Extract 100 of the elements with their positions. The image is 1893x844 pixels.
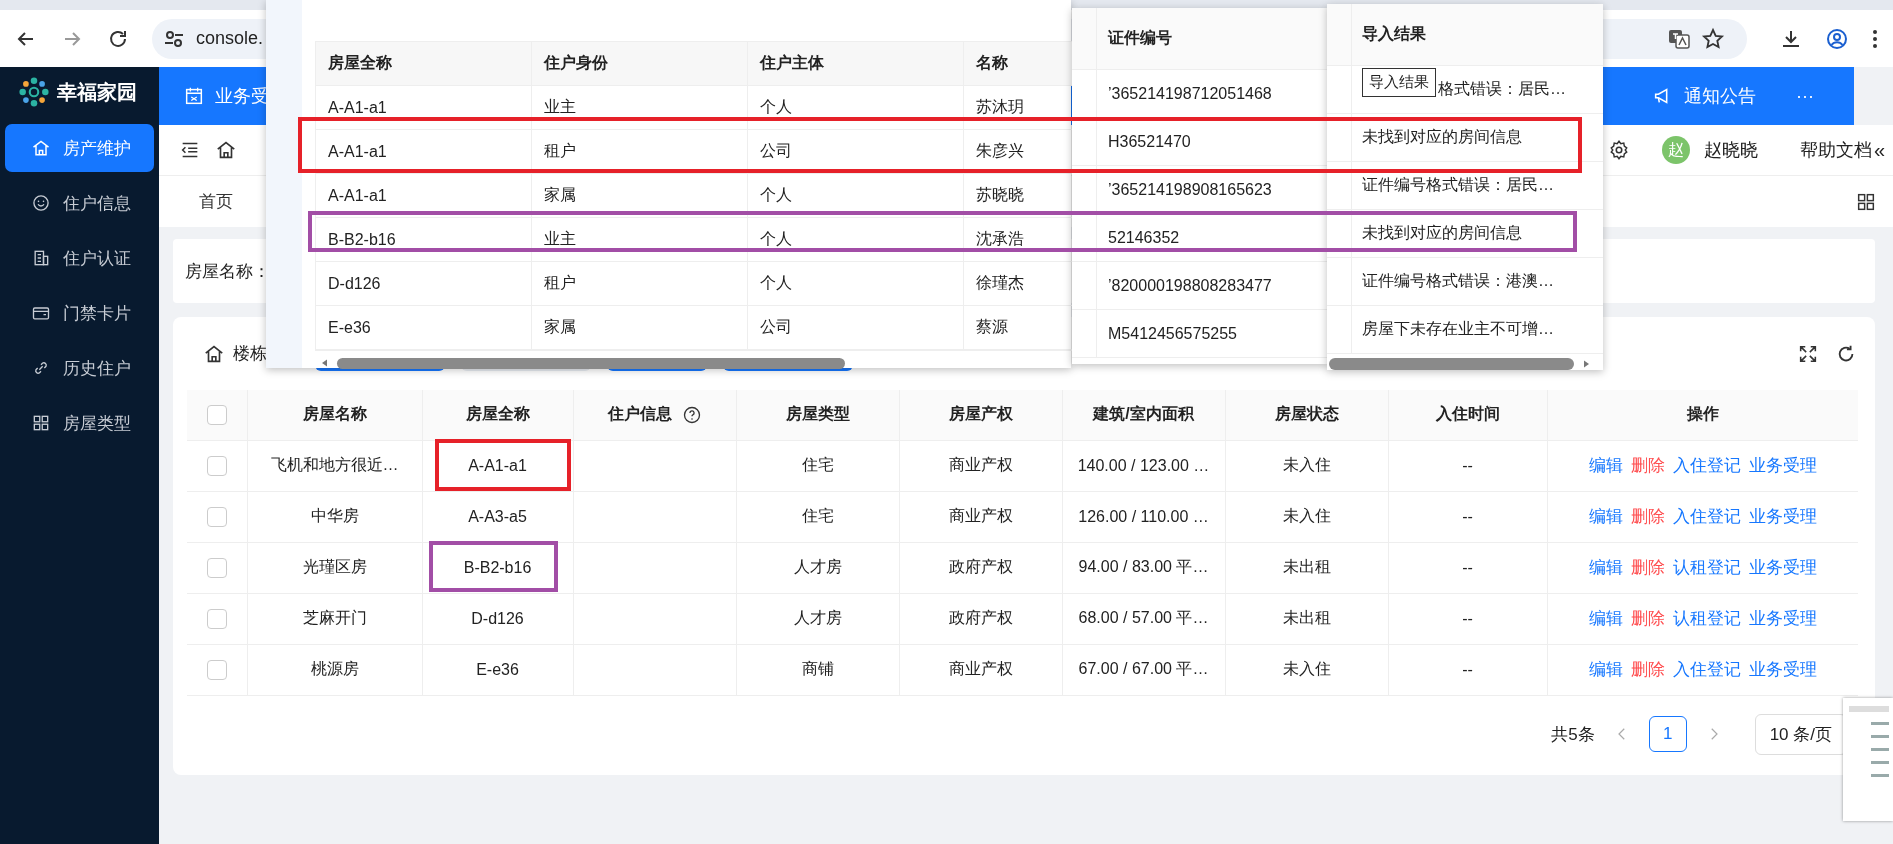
home-icon[interactable]	[215, 139, 237, 161]
action-link[interactable]: 编辑	[1588, 456, 1623, 475]
table-cell: 芝麻开门	[302, 609, 367, 626]
user-avatar: 赵	[1661, 136, 1690, 164]
tooltip: 导入结果	[1362, 68, 1436, 97]
table-cell: 人才房	[793, 558, 842, 575]
action-link[interactable]: 入住登记	[1672, 507, 1741, 526]
table-cell: A-A3-a5	[468, 507, 527, 525]
table-cell: B-B2-b16	[463, 558, 532, 576]
table-cell-text: 证件编号格式错误：居民…	[1362, 175, 1554, 195]
table-cell: 个人	[748, 218, 964, 261]
table-cell: A-A1-a1	[316, 86, 532, 129]
table-cell: 家属	[532, 306, 748, 349]
row-checkbox[interactable]	[206, 659, 227, 680]
table-cell: 未入住	[1282, 456, 1331, 473]
table-cell: 商铺	[801, 660, 834, 677]
column-header: 住户信息	[607, 404, 672, 425]
table-cell: --	[1462, 558, 1473, 576]
sidebar-item[interactable]: 房产维护	[5, 124, 154, 172]
bookmark-star-icon[interactable]	[1701, 26, 1725, 51]
total-count: 共5条	[1551, 723, 1595, 746]
action-link[interactable]: 删除	[1630, 609, 1665, 628]
column-header: 房屋全称	[465, 405, 530, 423]
action-link[interactable]: 业务受理	[1748, 507, 1817, 526]
card-title: 楼栋	[233, 343, 267, 365]
select-all-checkbox[interactable]	[206, 404, 227, 425]
table-cell-text: 房屋下未存在业主不可增…	[1362, 319, 1554, 339]
nav-item[interactable]: 通知公告	[1652, 84, 1756, 108]
action-link[interactable]: 业务受理	[1748, 660, 1817, 679]
action-link[interactable]: 删除	[1630, 507, 1665, 526]
action-link[interactable]: 编辑	[1588, 558, 1623, 577]
table-cell: --	[1462, 660, 1473, 678]
table-cell: 未入住	[1282, 507, 1331, 524]
table-cell: 未出租	[1282, 609, 1331, 626]
user-name[interactable]: 赵晓晓	[1703, 138, 1758, 162]
table-cell: 140.00 / 123.00 …	[1077, 456, 1210, 474]
search-label: 房屋名称：	[185, 260, 270, 283]
sidebar-item[interactable]: 住户信息	[5, 179, 154, 227]
action-link[interactable]: 删除	[1630, 558, 1665, 577]
sidebar-item[interactable]: 房屋类型	[5, 399, 154, 447]
table-cell-text: 未找到对应的房间信息	[1362, 223, 1522, 243]
table-cell: D-d126	[316, 262, 532, 305]
table-cell: --	[1462, 609, 1473, 627]
sidebar-item[interactable]: 住户认证	[5, 234, 154, 282]
home-icon	[31, 138, 51, 158]
action-link[interactable]: 编辑	[1588, 507, 1623, 526]
table-cell: 政府产权	[948, 609, 1013, 626]
table-cell: 中华房	[310, 507, 359, 524]
row-checkbox[interactable]	[206, 506, 227, 527]
row-checkbox[interactable]	[206, 455, 227, 476]
help-link[interactable]: 帮助文档	[1799, 138, 1872, 162]
page-tab[interactable]: 首页	[199, 190, 233, 213]
table-cell: --	[1462, 456, 1473, 474]
table-cell: 个人	[748, 262, 964, 305]
table-cell: 商业产权	[948, 660, 1013, 677]
column-header: 操作	[1686, 405, 1719, 423]
table-cell-text: 证件编号格式错误：港澳…	[1362, 271, 1554, 291]
action-link[interactable]: 入住登记	[1672, 456, 1741, 475]
table-cell: 住宅	[801, 456, 834, 473]
sidebar-item[interactable]: 历史住户	[5, 344, 154, 392]
thumbnail-preview[interactable]	[1843, 698, 1893, 821]
column-header: 建筑/室内面积	[1093, 405, 1194, 423]
action-link[interactable]: 业务受理	[1748, 558, 1817, 577]
table-cell: 业主	[532, 218, 748, 261]
app-title: 幸福家园	[57, 79, 137, 105]
action-link[interactable]: 编辑	[1588, 660, 1623, 679]
table-cell: 飞机和地方很近…	[270, 456, 399, 473]
scrollbar-thumb[interactable]	[337, 357, 845, 369]
table-cell-text: 52146352	[1107, 227, 1181, 248]
table-cell: 68.00 / 57.00 平…	[1078, 609, 1209, 626]
more-button[interactable]: ···	[1796, 85, 1814, 107]
scrollbar-thumb[interactable]	[1329, 358, 1574, 370]
action-link[interactable]: 删除	[1630, 660, 1665, 679]
action-link[interactable]: 业务受理	[1748, 609, 1817, 628]
table-cell: 67.00 / 67.00 平…	[1078, 660, 1209, 677]
collapse-button[interactable]: «	[1873, 138, 1885, 162]
action-link[interactable]: 业务受理	[1748, 456, 1817, 475]
action-link[interactable]: 删除	[1630, 456, 1665, 475]
table-cell: E-e36	[316, 306, 532, 349]
action-link[interactable]: 认租登记	[1672, 609, 1741, 628]
row-checkbox[interactable]	[206, 557, 227, 578]
table-cell: 94.00 / 83.00 平…	[1078, 558, 1209, 575]
help-icon[interactable]	[681, 404, 702, 425]
column-header: 房屋状态	[1274, 405, 1339, 423]
row-checkbox[interactable]	[206, 608, 227, 629]
table-cell: 商业产权	[948, 456, 1013, 473]
profile-icon[interactable]	[1825, 26, 1849, 51]
action-link[interactable]: 认租登记	[1672, 558, 1741, 577]
table-cell: 126.00 / 110.00 …	[1078, 507, 1209, 525]
page-button[interactable]: 1	[1648, 716, 1687, 752]
table-cell: --	[1462, 507, 1473, 525]
table-cell: 政府产权	[948, 558, 1013, 575]
table-cell: 住宅	[801, 507, 834, 524]
action-link[interactable]: 编辑	[1588, 609, 1623, 628]
table-cell: B-B2-b16	[316, 218, 532, 261]
sidebar-item[interactable]: 门禁卡片	[5, 289, 154, 337]
action-link[interactable]: 入住登记	[1672, 660, 1741, 679]
logo-icon	[17, 75, 51, 109]
table-cell: 公司	[748, 306, 964, 349]
table-cell: 未入住	[1282, 660, 1331, 677]
